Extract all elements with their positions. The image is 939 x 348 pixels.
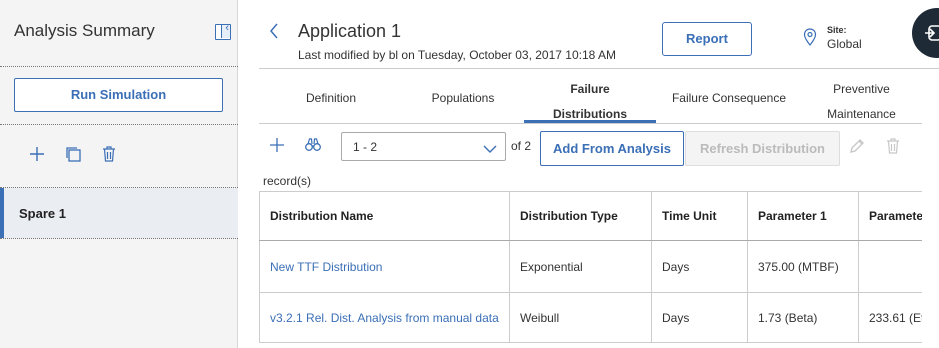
distribution-name-link[interactable]: v3.2.1 Rel. Dist. Analysis from manual d… [259, 293, 510, 342]
tab-preventive-maintenance[interactable]: Preventive Maintenance [809, 77, 914, 127]
chevron-down-icon [483, 141, 497, 159]
table-header-row: Distribution Name Distribution Type Time… [259, 191, 922, 241]
table-cell: 233.61 (Et [869, 310, 922, 325]
plus-icon[interactable] [28, 145, 46, 163]
plus-icon[interactable] [269, 137, 285, 158]
page-total: of 2 [511, 139, 532, 153]
column-header[interactable]: Distribution Type [510, 192, 652, 240]
binoculars-icon[interactable] [305, 138, 321, 157]
left-panel: Analysis Summary ‹ Run Simulation Spare … [0, 0, 238, 348]
refresh-distribution-button[interactable]: Refresh Distribution [685, 131, 840, 166]
site-value: Global [827, 37, 862, 51]
divider [0, 238, 238, 239]
column-header[interactable]: Parameter 1 [748, 192, 859, 240]
panel-toolbar [28, 145, 118, 163]
tab-failure-consequence[interactable]: Failure Consequence [667, 91, 791, 105]
column-header[interactable]: Distribution Name [259, 192, 510, 240]
tabs-divider [259, 123, 922, 124]
panel-title: Analysis Summary [14, 21, 155, 40]
add-from-analysis-button[interactable]: Add From Analysis [540, 131, 684, 166]
distribution-name-link[interactable]: New TTF Distribution [259, 241, 510, 292]
tab-label-line: Failure [570, 82, 610, 96]
collapse-panel-icon[interactable]: ‹ [215, 22, 231, 40]
tab-populations[interactable]: Populations [417, 91, 509, 105]
column-header[interactable]: Parameter [859, 192, 922, 240]
trash-icon[interactable] [100, 145, 118, 163]
copy-icon[interactable] [64, 145, 82, 163]
divider [0, 124, 238, 125]
list-item-label: Spare 1 [19, 206, 66, 221]
table-cell: Weibull [510, 293, 652, 342]
last-modified-text: Last modified by bl on Tuesday, October … [298, 48, 616, 62]
tab-label-line: Preventive [833, 82, 890, 96]
trash-icon[interactable] [885, 138, 901, 159]
column-header[interactable]: Time Unit [652, 192, 748, 240]
distributions-table: Distribution Name Distribution Type Time… [259, 191, 922, 348]
exit-icon [925, 25, 939, 41]
run-simulation-button[interactable]: Run Simulation [14, 78, 223, 112]
list-item-spare-1[interactable]: Spare 1 [0, 188, 238, 238]
table-row: v3.2.1 Rel. Dist. Analysis from manual d… [259, 293, 922, 343]
table-row: New TTF Distribution Exponential Days 37… [259, 241, 922, 293]
table-cell [859, 241, 922, 292]
main-content: Application 1 Last modified by bl on Tue… [239, 0, 939, 348]
table-cell: Days [652, 293, 748, 342]
table-cell: 375.00 (MTBF) [748, 241, 859, 292]
header-divider [259, 68, 939, 69]
table-cell: Exponential [510, 241, 652, 292]
tab-definition[interactable]: Definition [283, 91, 379, 105]
app-root: Analysis Summary ‹ Run Simulation Spare … [0, 0, 939, 348]
records-label: record(s) [263, 174, 312, 188]
table-cell: 1.73 (Beta) [748, 293, 859, 342]
site-label: Site: [827, 25, 847, 35]
page-range-value: 1 - 2 [353, 140, 378, 154]
exit-button[interactable] [912, 8, 939, 58]
pencil-icon[interactable] [849, 138, 865, 159]
report-button[interactable]: Report [662, 22, 752, 56]
page-range-select[interactable]: 1 - 2 [341, 132, 506, 161]
back-chevron-icon[interactable] [269, 22, 279, 45]
location-pin-icon [803, 28, 817, 51]
page-title: Application 1 [298, 21, 402, 41]
divider [0, 66, 238, 67]
table-cell: Days [652, 241, 748, 292]
